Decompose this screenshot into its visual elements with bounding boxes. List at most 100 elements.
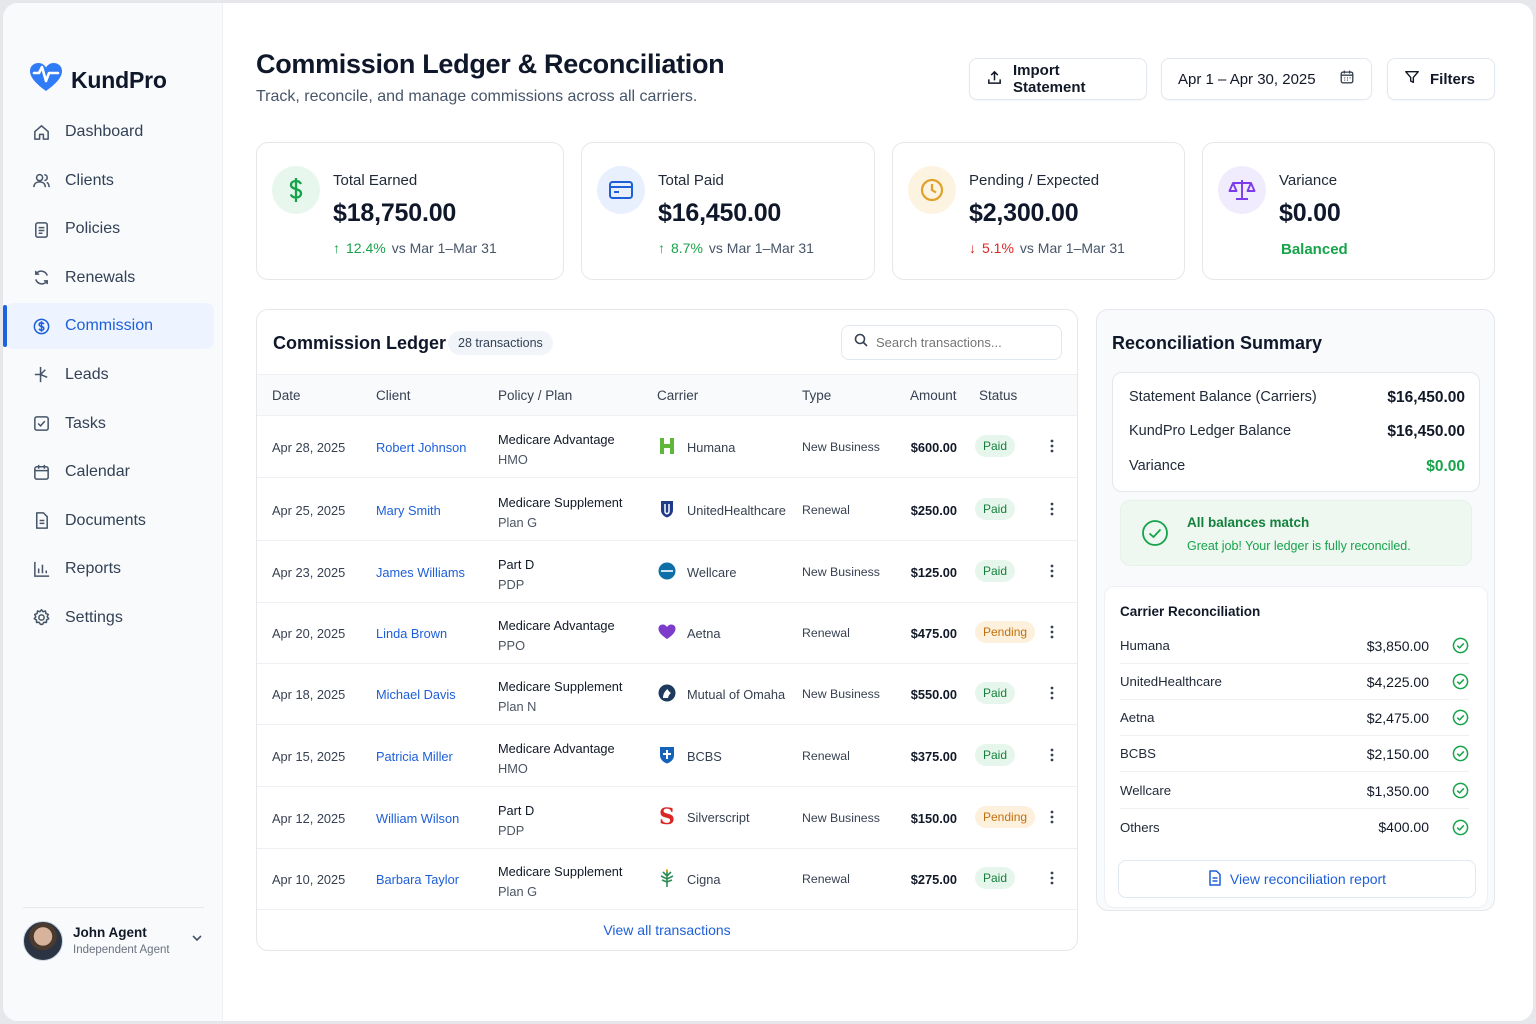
sidebar-item-tasks[interactable]: Tasks <box>5 401 214 447</box>
sidebar-item-policies[interactable]: Policies <box>5 206 214 252</box>
more-options-icon[interactable] <box>1045 681 1059 705</box>
sidebar-item-reports[interactable]: Reports <box>5 546 214 592</box>
column-header-client[interactable]: Client <box>376 388 411 403</box>
table-row[interactable]: Apr 10, 2025 Barbara Taylor Medicare Sup… <box>257 848 1077 910</box>
row-plan: Medicare Supplement Plan G <box>498 862 622 902</box>
date-range-picker[interactable]: Apr 1 – Apr 30, 2025 <box>1161 58 1372 100</box>
client-link[interactable]: Linda Brown <box>376 626 447 641</box>
more-options-icon[interactable] <box>1045 866 1059 890</box>
row-carrier: Mutual of Omaha <box>657 683 785 706</box>
sidebar-item-label: Reports <box>65 560 122 578</box>
client-link[interactable]: Patricia Miller <box>376 749 453 764</box>
check-circle-icon <box>1429 819 1469 836</box>
carrier-name: BCBS <box>687 749 722 764</box>
check-circle-icon <box>1429 709 1469 726</box>
sidebar-item-renewals[interactable]: Renewals <box>5 255 214 301</box>
chevron-down-icon[interactable] <box>190 931 204 950</box>
table-row[interactable]: Apr 15, 2025 Patricia Miller Medicare Ad… <box>257 725 1077 787</box>
status-badge: Paid <box>975 560 1016 582</box>
more-options-icon[interactable] <box>1045 434 1059 458</box>
document-icon <box>1208 869 1222 889</box>
import-statement-button[interactable]: Import Statement <box>969 58 1147 100</box>
kpi-label: Pending / Expected <box>969 172 1100 189</box>
search-input[interactable] <box>876 335 1046 350</box>
brand[interactable]: KundPro <box>3 3 222 103</box>
sidebar-item-clients[interactable]: Clients <box>5 158 214 204</box>
sidebar-item-commission[interactable]: Commission <box>3 303 214 350</box>
bcbs-logo-icon <box>657 745 677 768</box>
more-options-icon[interactable] <box>1045 559 1059 583</box>
home-icon <box>31 122 51 142</box>
arrow-up-icon: ↑ <box>658 240 665 256</box>
carrier-row: Wellcare $1,350.00 <box>1120 773 1469 809</box>
sidebar-item-calendar[interactable]: Calendar <box>5 449 214 495</box>
plan-name: Medicare Advantage <box>498 741 615 756</box>
plan-type: Plan N <box>498 699 537 714</box>
sidebar-item-dashboard[interactable]: Dashboard <box>5 109 214 155</box>
more-options-icon[interactable] <box>1045 497 1059 521</box>
table-row[interactable]: Apr 20, 2025 Linda Brown Medicare Advant… <box>257 602 1077 664</box>
column-header-type[interactable]: Type <box>802 388 831 403</box>
silverscript-logo-icon: S <box>659 804 675 830</box>
more-options-icon[interactable] <box>1045 743 1059 767</box>
check-circle-icon <box>1429 673 1469 690</box>
client-link[interactable]: Robert Johnson <box>376 440 466 455</box>
row-carrier: Cigna <box>657 868 720 891</box>
match-title: All balances match <box>1187 515 1310 530</box>
carrier-name: Wellcare <box>1120 783 1172 798</box>
filters-button[interactable]: Filters <box>1387 58 1495 100</box>
calendar-icon <box>1339 69 1355 89</box>
carrier-row: Others $400.00 <box>1120 809 1469 845</box>
row-date: Apr 28, 2025 <box>272 440 346 455</box>
client-link[interactable]: William Wilson <box>376 811 459 826</box>
table-row[interactable]: Apr 28, 2025 Robert Johnson Medicare Adv… <box>257 416 1077 478</box>
carrier-row: BCBS $2,150.00 <box>1120 736 1469 772</box>
table-row[interactable]: Apr 12, 2025 William Wilson Part D PDP S … <box>257 787 1077 849</box>
arrow-up-icon: ↑ <box>333 240 340 256</box>
column-header-date[interactable]: Date <box>272 388 301 403</box>
kundpro-logo-icon <box>29 62 63 98</box>
sidebar-item-leads[interactable]: Leads <box>5 352 214 398</box>
sidebar-item-label: Clients <box>65 171 114 189</box>
plan-type: Plan G <box>498 884 538 899</box>
table-row[interactable]: Apr 23, 2025 James Williams Part D PDP We… <box>257 541 1077 603</box>
cigna-logo-icon <box>657 868 677 891</box>
clipboard-icon <box>31 219 51 239</box>
sparkle-icon <box>31 365 51 385</box>
view-all-transactions-link[interactable]: View all transactions <box>257 922 1077 938</box>
carrier-amount: $2,150.00 <box>1366 745 1429 762</box>
plan-name: Part D <box>498 803 535 818</box>
client-link[interactable]: Mary Smith <box>376 503 441 518</box>
match-banner: All balances match Great job! Your ledge… <box>1120 500 1472 566</box>
column-header-status[interactable]: Status <box>979 388 1017 403</box>
column-header-amount[interactable]: Amount <box>910 388 957 403</box>
view-reconciliation-report-button[interactable]: View reconciliation report <box>1118 860 1476 898</box>
user-menu[interactable]: John Agent Independent Agent <box>23 907 204 961</box>
plan-name: Part D <box>498 557 535 572</box>
row-plan: Medicare Supplement Plan G <box>498 493 622 533</box>
sidebar-item-documents[interactable]: Documents <box>5 498 214 544</box>
status-badge: Paid <box>975 498 1016 520</box>
table-row[interactable]: Apr 25, 2025 Mary Smith Medicare Supplem… <box>257 479 1077 541</box>
client-link[interactable]: Michael Davis <box>376 687 456 702</box>
row-date: Apr 10, 2025 <box>272 872 346 887</box>
status-badge: Paid <box>975 744 1016 766</box>
client-link[interactable]: Barbara Taylor <box>376 872 459 887</box>
row-plan: Medicare Advantage HMO <box>498 739 615 779</box>
column-header-policy[interactable]: Policy / Plan <box>498 388 572 403</box>
table-row[interactable]: Apr 18, 2025 Michael Davis Medicare Supp… <box>257 663 1077 725</box>
carrier-name: Humana <box>1120 638 1170 653</box>
search-icon <box>854 333 868 352</box>
client-link[interactable]: James Williams <box>376 565 465 580</box>
sidebar-item-label: Commission <box>65 317 154 335</box>
row-date: Apr 12, 2025 <box>272 811 346 826</box>
more-options-icon[interactable] <box>1045 805 1059 829</box>
bar-chart-icon <box>31 559 51 579</box>
column-header-carrier[interactable]: Carrier <box>657 388 698 403</box>
status-badge: Paid <box>975 682 1016 704</box>
row-amount: $250.00 <box>910 503 957 518</box>
transaction-count-badge: 28 transactions <box>448 331 553 355</box>
sidebar-item-label: Settings <box>65 608 123 626</box>
more-options-icon[interactable] <box>1045 620 1059 644</box>
sidebar-item-settings[interactable]: Settings <box>5 595 214 641</box>
